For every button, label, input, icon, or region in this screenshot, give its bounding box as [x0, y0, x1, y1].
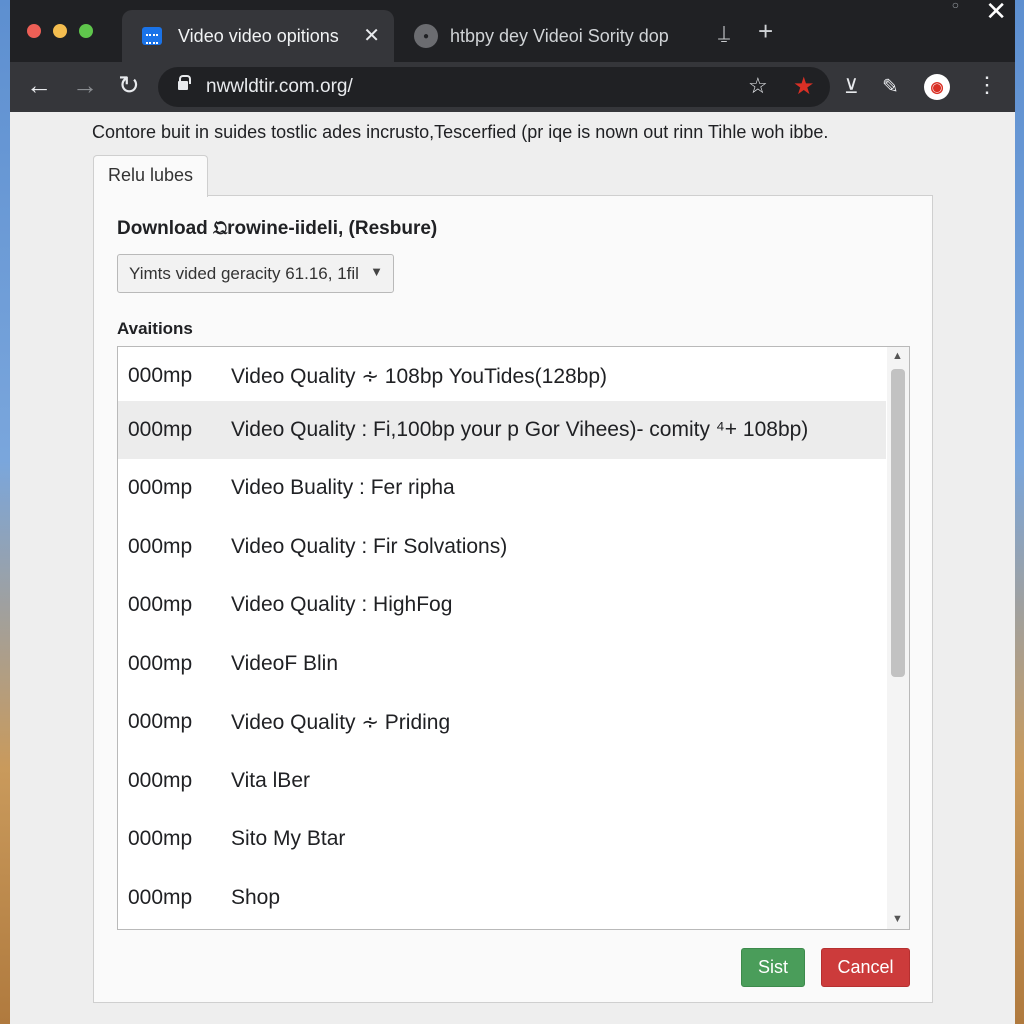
- kebab-menu-icon[interactable]: ⋮: [976, 72, 998, 98]
- scroll-up-arrow-icon[interactable]: ▲: [892, 350, 903, 362]
- item-name: VideoF Blin: [231, 652, 339, 675]
- item-name: Video Quality : Fir Solvations): [231, 535, 508, 558]
- browser-toolbar: ← → ↻ nwwldtir.com.org/ ☆ ★ ⊻ ✎ ◉ ⋮: [10, 62, 1015, 112]
- select-value: Yimts vided geracity 61.16, 1fil: [129, 264, 359, 283]
- reload-icon[interactable]: ↻: [118, 72, 140, 98]
- item-size: 000mp: [128, 652, 193, 675]
- forward-arrow-icon[interactable]: →: [72, 72, 98, 98]
- maximize-window-dot[interactable]: [79, 24, 93, 38]
- item-name: Sito My Btar: [231, 827, 346, 850]
- list-item[interactable]: 000mp VideoF Blin: [118, 635, 886, 693]
- available-options-label: Avaitions: [117, 319, 193, 338]
- new-tab-button[interactable]: +: [758, 18, 773, 44]
- item-name: Video Quality ∻ Priding: [231, 710, 451, 734]
- download-panel: Download 𝔔rowine-iideli, (Resbure) Yimts…: [93, 195, 933, 1003]
- item-size: 000mp: [128, 710, 193, 733]
- item-size: 000mp: [128, 769, 193, 792]
- list-scrollbar[interactable]: ▲ ▼: [887, 347, 909, 929]
- tab-title: htbpy dey Videoi Sority dop: [450, 25, 669, 46]
- item-size: 000mp: [128, 593, 193, 616]
- red-star-extension-icon[interactable]: ★: [793, 72, 815, 101]
- tab-strip: Video video opitions ✕ ● htbpy dey Video…: [10, 0, 1015, 62]
- item-size: 000mp: [128, 886, 193, 909]
- close-tab-icon[interactable]: ✕: [363, 23, 380, 48]
- list-item[interactable]: 000mp Video Quality ∻ Priding: [118, 693, 886, 751]
- tab-video-sority[interactable]: ● htbpy dey Videoi Sority dop ⍊: [402, 10, 752, 62]
- list-item[interactable]: 000mp Video Quality ∻ 108bp YouTides(128…: [118, 347, 886, 405]
- browser-window: Video video opitions ✕ ● htbpy dey Video…: [10, 0, 1015, 1024]
- bookmark-star-icon[interactable]: ☆: [748, 73, 768, 99]
- close-window-dot[interactable]: [27, 24, 41, 38]
- item-name: Video Buality : Fer ripha: [231, 476, 455, 499]
- minimize-icon[interactable]: ○: [952, 0, 959, 12]
- item-size: 000mp: [128, 535, 193, 558]
- tab-video-options[interactable]: Video video opitions ✕: [122, 10, 394, 62]
- download-extension-icon[interactable]: ⊻: [844, 74, 859, 99]
- list-item[interactable]: 000mp Video Quality : HighFog: [118, 576, 886, 634]
- item-name: Video Quality ∻ 108bp YouTides(128bp): [231, 364, 608, 388]
- scroll-down-arrow-icon[interactable]: ▼: [892, 913, 903, 925]
- list-item[interactable]: 000mp Vita lBer: [118, 752, 886, 810]
- address-bar[interactable]: nwwldtir.com.org/ ☆ ★: [158, 67, 830, 107]
- item-name: Video Quality : Fi,100bp your p Gor Vihe…: [231, 418, 809, 441]
- page-content: Contore buit in suides tostlic ades incr…: [10, 112, 1015, 1024]
- intro-text: Contore buit in suides tostlic ades incr…: [92, 122, 829, 142]
- url-text[interactable]: nwwldtir.com.org/: [206, 76, 353, 98]
- item-size: 000mp: [128, 418, 193, 441]
- chevron-down-icon: ▼: [370, 264, 383, 279]
- quality-list[interactable]: 000mp Video Quality ∻ 108bp YouTides(128…: [117, 346, 910, 930]
- start-button[interactable]: Sist: [741, 948, 805, 987]
- list-item[interactable]: 000mp Video Buality : Fer ripha: [118, 459, 886, 517]
- lock-icon[interactable]: [178, 75, 191, 90]
- scroll-thumb[interactable]: [891, 369, 905, 677]
- list-item[interactable]: 000mp Video Quality : Fir Solvations): [118, 518, 886, 576]
- audio-icon[interactable]: ⍊: [718, 22, 730, 45]
- list-item[interactable]: 000mp Sito My Btar: [118, 810, 886, 868]
- resolution-select[interactable]: Yimts vided geracity 61.16, 1fil ▼: [117, 254, 394, 293]
- download-resolution-label: Download 𝔔rowine-iideli, (Resbure): [117, 218, 438, 239]
- back-arrow-icon[interactable]: ←: [26, 72, 52, 98]
- video-site-icon: [142, 27, 162, 45]
- edit-extension-icon[interactable]: ✎: [882, 74, 899, 99]
- item-name: Shop: [231, 886, 281, 909]
- tab-title: Video video opitions: [178, 25, 339, 46]
- profile-avatar-icon[interactable]: ◉: [924, 74, 950, 100]
- item-name: Video Quality : HighFog: [231, 593, 453, 616]
- close-window-icon[interactable]: ✕: [985, 0, 1007, 27]
- item-size: 000mp: [128, 476, 193, 499]
- list-item[interactable]: 000mp Shop: [118, 869, 886, 927]
- panel-tab[interactable]: Relu lubes: [93, 155, 208, 197]
- item-size: 000mp: [128, 827, 193, 850]
- item-name: Vita lBer: [231, 769, 310, 792]
- item-size: 000mp: [128, 364, 193, 387]
- list-item-selected[interactable]: 000mp Video Quality : Fi,100bp your p Go…: [118, 401, 886, 459]
- cancel-button[interactable]: Cancel: [821, 948, 910, 987]
- globe-icon: ●: [414, 24, 438, 48]
- minimize-window-dot[interactable]: [53, 24, 67, 38]
